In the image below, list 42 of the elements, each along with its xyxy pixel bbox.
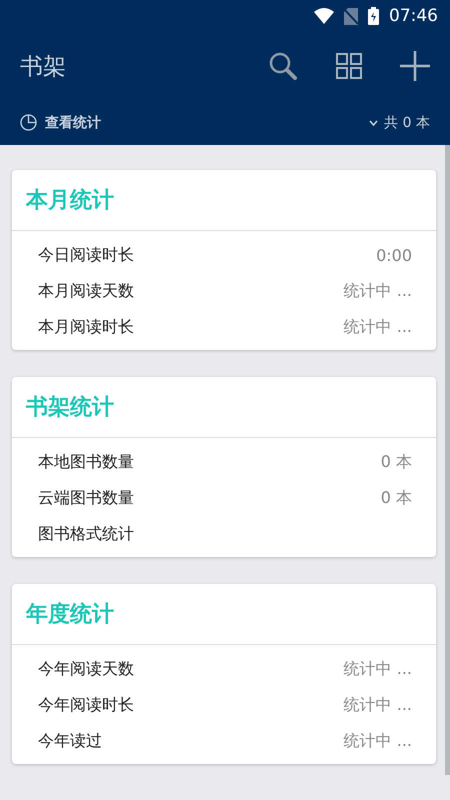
page-title: 书架 — [20, 52, 67, 82]
add-icon[interactable] — [400, 51, 430, 81]
stat-label: 本地图书数量 — [38, 452, 134, 472]
stat-row[interactable]: 今年读过 统计中 ... — [12, 723, 436, 759]
stat-value: 统计中 ... — [344, 730, 412, 752]
stat-row[interactable]: 今年阅读时长 统计中 ... — [12, 687, 436, 723]
search-icon[interactable] — [268, 51, 298, 81]
stat-row[interactable]: 本月阅读时长 统计中 ... — [12, 309, 436, 345]
stat-label: 本月阅读天数 — [38, 280, 134, 302]
wifi-icon — [314, 8, 334, 24]
stat-value: 0:00 — [376, 246, 412, 264]
stat-value: 0 本 — [380, 452, 412, 472]
card-title: 年度统计 — [12, 584, 436, 645]
stat-row[interactable]: 今年阅读天数 统计中 ... — [12, 651, 436, 687]
stat-label: 今年阅读天数 — [38, 658, 134, 680]
stat-label: 今年读过 — [38, 730, 102, 752]
card-title: 本月统计 — [12, 170, 436, 231]
no-sim-icon — [344, 8, 358, 24]
book-count: 共 0 本 — [384, 114, 430, 132]
status-time: 07:46 — [389, 6, 438, 26]
stat-value: 统计中 ... — [344, 316, 412, 338]
stat-label: 本月阅读时长 — [38, 316, 134, 338]
view-stats-link[interactable]: 查看统计 — [45, 114, 101, 132]
stat-row[interactable]: 图书格式统计 — [12, 516, 436, 552]
chevron-down-icon[interactable] — [369, 120, 378, 126]
stat-row[interactable]: 本月阅读天数 统计中 ... — [12, 273, 436, 309]
stat-value: 统计中 ... — [344, 694, 412, 716]
stat-label: 云端图书数量 — [38, 488, 134, 508]
stat-value: 0 本 — [380, 488, 412, 508]
stat-row[interactable]: 今日阅读时长 0:00 — [12, 237, 436, 273]
stat-row[interactable]: 本地图书数量 0 本 — [12, 444, 436, 480]
pie-chart-icon — [20, 114, 37, 131]
stat-label: 今日阅读时长 — [38, 244, 134, 266]
card-title: 书架统计 — [12, 377, 436, 438]
stat-value: 统计中 ... — [344, 658, 412, 680]
grid-icon[interactable] — [336, 53, 362, 79]
stat-label: 今年阅读时长 — [38, 694, 134, 716]
scrollbar[interactable] — [445, 145, 450, 775]
stat-row[interactable]: 云端图书数量 0 本 — [12, 480, 436, 516]
stat-value: 统计中 ... — [344, 280, 412, 302]
stat-label: 图书格式统计 — [38, 524, 134, 544]
battery-icon — [368, 7, 379, 25]
